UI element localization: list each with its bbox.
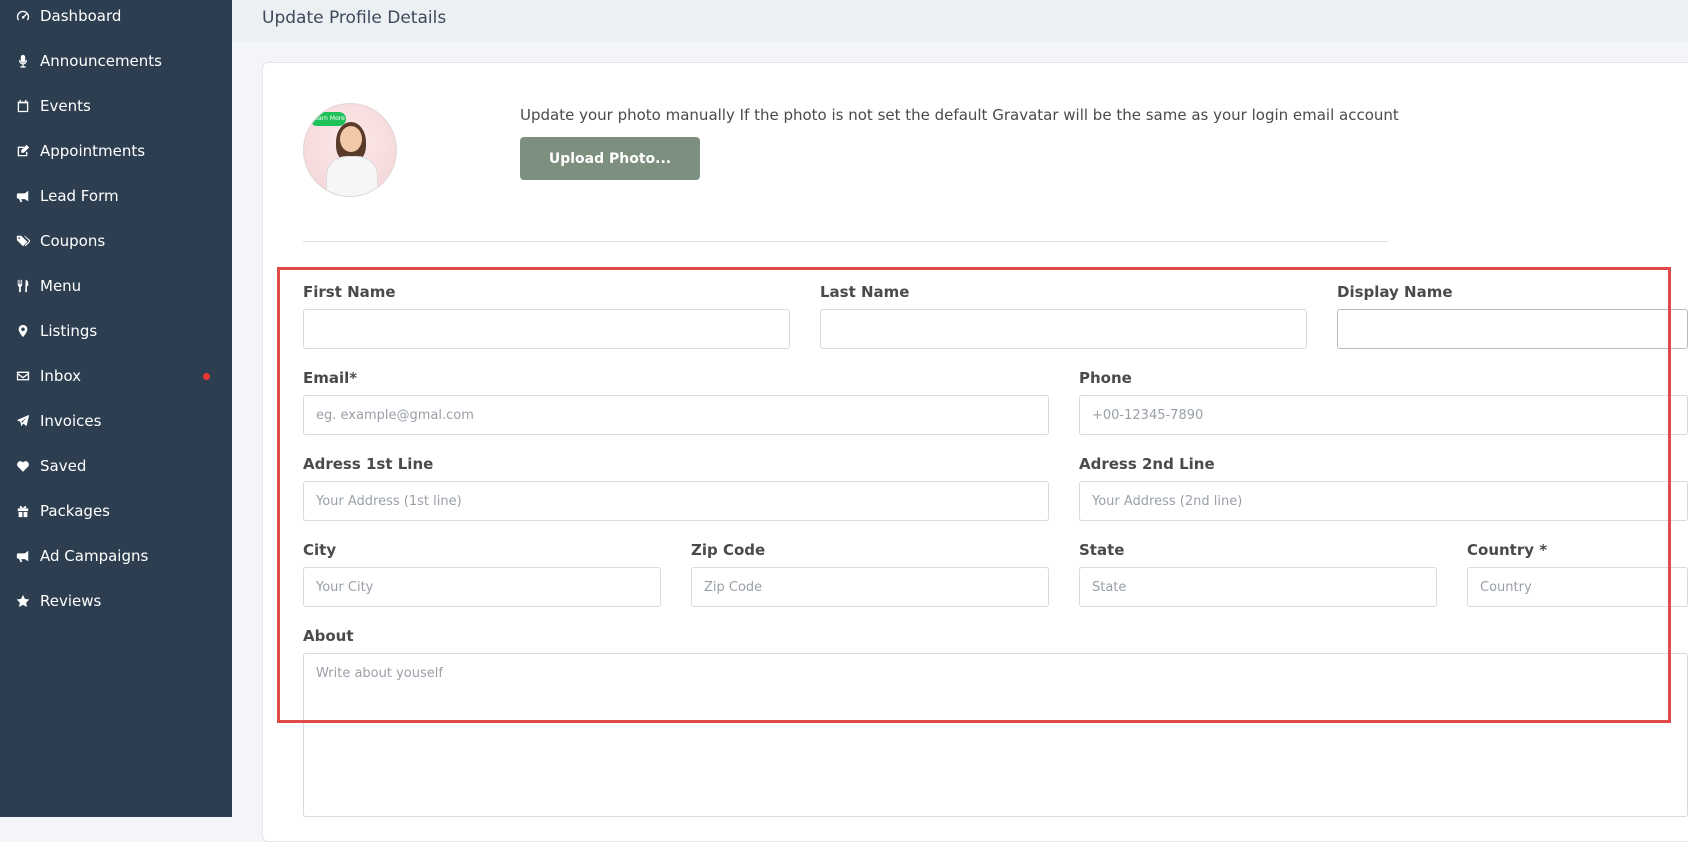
sidebar-item-label: Listings: [40, 322, 98, 340]
state-input[interactable]: [1079, 567, 1437, 607]
city-label: City: [303, 541, 337, 559]
zip-input[interactable]: [691, 567, 1049, 607]
display-name-input[interactable]: [1337, 309, 1688, 349]
about-label: About: [303, 627, 354, 645]
avatar[interactable]: Learn More: [303, 103, 397, 197]
sidebar-item-appointments[interactable]: Appointments: [0, 133, 232, 169]
sidebar-item-label: Packages: [40, 502, 110, 520]
dashboard-icon: [16, 9, 40, 23]
about-textarea[interactable]: [303, 653, 1688, 817]
edit-icon: [16, 144, 40, 158]
sidebar-item-menu[interactable]: Menu: [0, 268, 232, 304]
sidebar-item-label: Events: [40, 97, 91, 115]
sidebar-item-label: Inbox: [40, 367, 82, 385]
first-name-input[interactable]: [303, 309, 790, 349]
country-label: Country *: [1467, 541, 1548, 559]
avatar-badge: Learn More: [310, 112, 346, 126]
sidebar-item-coupons[interactable]: Coupons: [0, 223, 232, 259]
first-name-label: First Name: [303, 283, 396, 301]
sidebar-item-label: Announcements: [40, 52, 162, 70]
heart-icon: [16, 459, 40, 473]
sidebar-item-saved[interactable]: Saved: [0, 448, 232, 484]
phone-input[interactable]: [1079, 395, 1688, 435]
sidebar-item-dashboard[interactable]: Dashboard: [0, 0, 232, 34]
phone-label: Phone: [1079, 369, 1132, 387]
sidebar-item-reviews[interactable]: Reviews: [0, 583, 232, 619]
sidebar-item-ad-campaigns[interactable]: Ad Campaigns: [0, 538, 232, 574]
utensils-icon: [16, 279, 40, 293]
sidebar-item-label: Reviews: [40, 592, 102, 610]
address1-label: Adress 1st Line: [303, 455, 434, 473]
avatar-body: [326, 156, 378, 196]
map-marker-icon: [16, 324, 40, 338]
sidebar-item-inbox[interactable]: Inbox: [0, 358, 232, 394]
email-label: Email*: [303, 369, 358, 387]
sidebar-item-packages[interactable]: Packages: [0, 493, 232, 529]
zip-label: Zip Code: [691, 541, 766, 559]
sidebar-item-label: Invoices: [40, 412, 102, 430]
sidebar-item-label: Dashboard: [40, 7, 122, 25]
sidebar-item-label: Coupons: [40, 232, 106, 250]
address2-label: Adress 2nd Line: [1079, 455, 1215, 473]
sidebar-item-listings[interactable]: Listings: [0, 313, 232, 349]
tags-icon: [16, 234, 40, 248]
notification-dot: [203, 373, 210, 380]
sidebar-item-lead-form[interactable]: Lead Form: [0, 178, 232, 214]
sidebar-item-invoices[interactable]: Invoices: [0, 403, 232, 439]
last-name-input[interactable]: [820, 309, 1307, 349]
star-icon: [16, 594, 40, 608]
microphone-icon: [16, 54, 40, 68]
paper-plane-icon: [16, 414, 40, 428]
sidebar-item-label: Appointments: [40, 142, 146, 160]
page-title: Update Profile Details: [262, 8, 447, 28]
country-input[interactable]: [1467, 567, 1688, 607]
sidebar: Dashboard Announcements Events Appointme…: [0, 0, 232, 817]
sidebar-item-label: Menu: [40, 277, 82, 295]
page-header: [232, 0, 1688, 42]
sidebar-item-label: Ad Campaigns: [40, 547, 149, 565]
sidebar-item-announcements[interactable]: Announcements: [0, 43, 232, 79]
upload-photo-button[interactable]: Upload Photo...: [520, 137, 700, 180]
calendar-icon: [16, 99, 40, 113]
megaphone-icon: [16, 189, 40, 203]
address1-input[interactable]: [303, 481, 1049, 521]
display-name-label: Display Name: [1337, 283, 1453, 301]
envelope-icon: [16, 369, 40, 383]
avatar-face: [340, 126, 362, 152]
city-input[interactable]: [303, 567, 661, 607]
photo-instructions: Update your photo manually If the photo …: [520, 106, 1399, 124]
divider: [303, 241, 1388, 242]
address2-input[interactable]: [1079, 481, 1688, 521]
sidebar-item-label: Lead Form: [40, 187, 119, 205]
state-label: State: [1079, 541, 1125, 559]
gift-icon: [16, 504, 40, 518]
sidebar-item-label: Saved: [40, 457, 87, 475]
email-input[interactable]: [303, 395, 1049, 435]
last-name-label: Last Name: [820, 283, 910, 301]
megaphone-icon: [16, 549, 40, 563]
sidebar-item-events[interactable]: Events: [0, 88, 232, 124]
